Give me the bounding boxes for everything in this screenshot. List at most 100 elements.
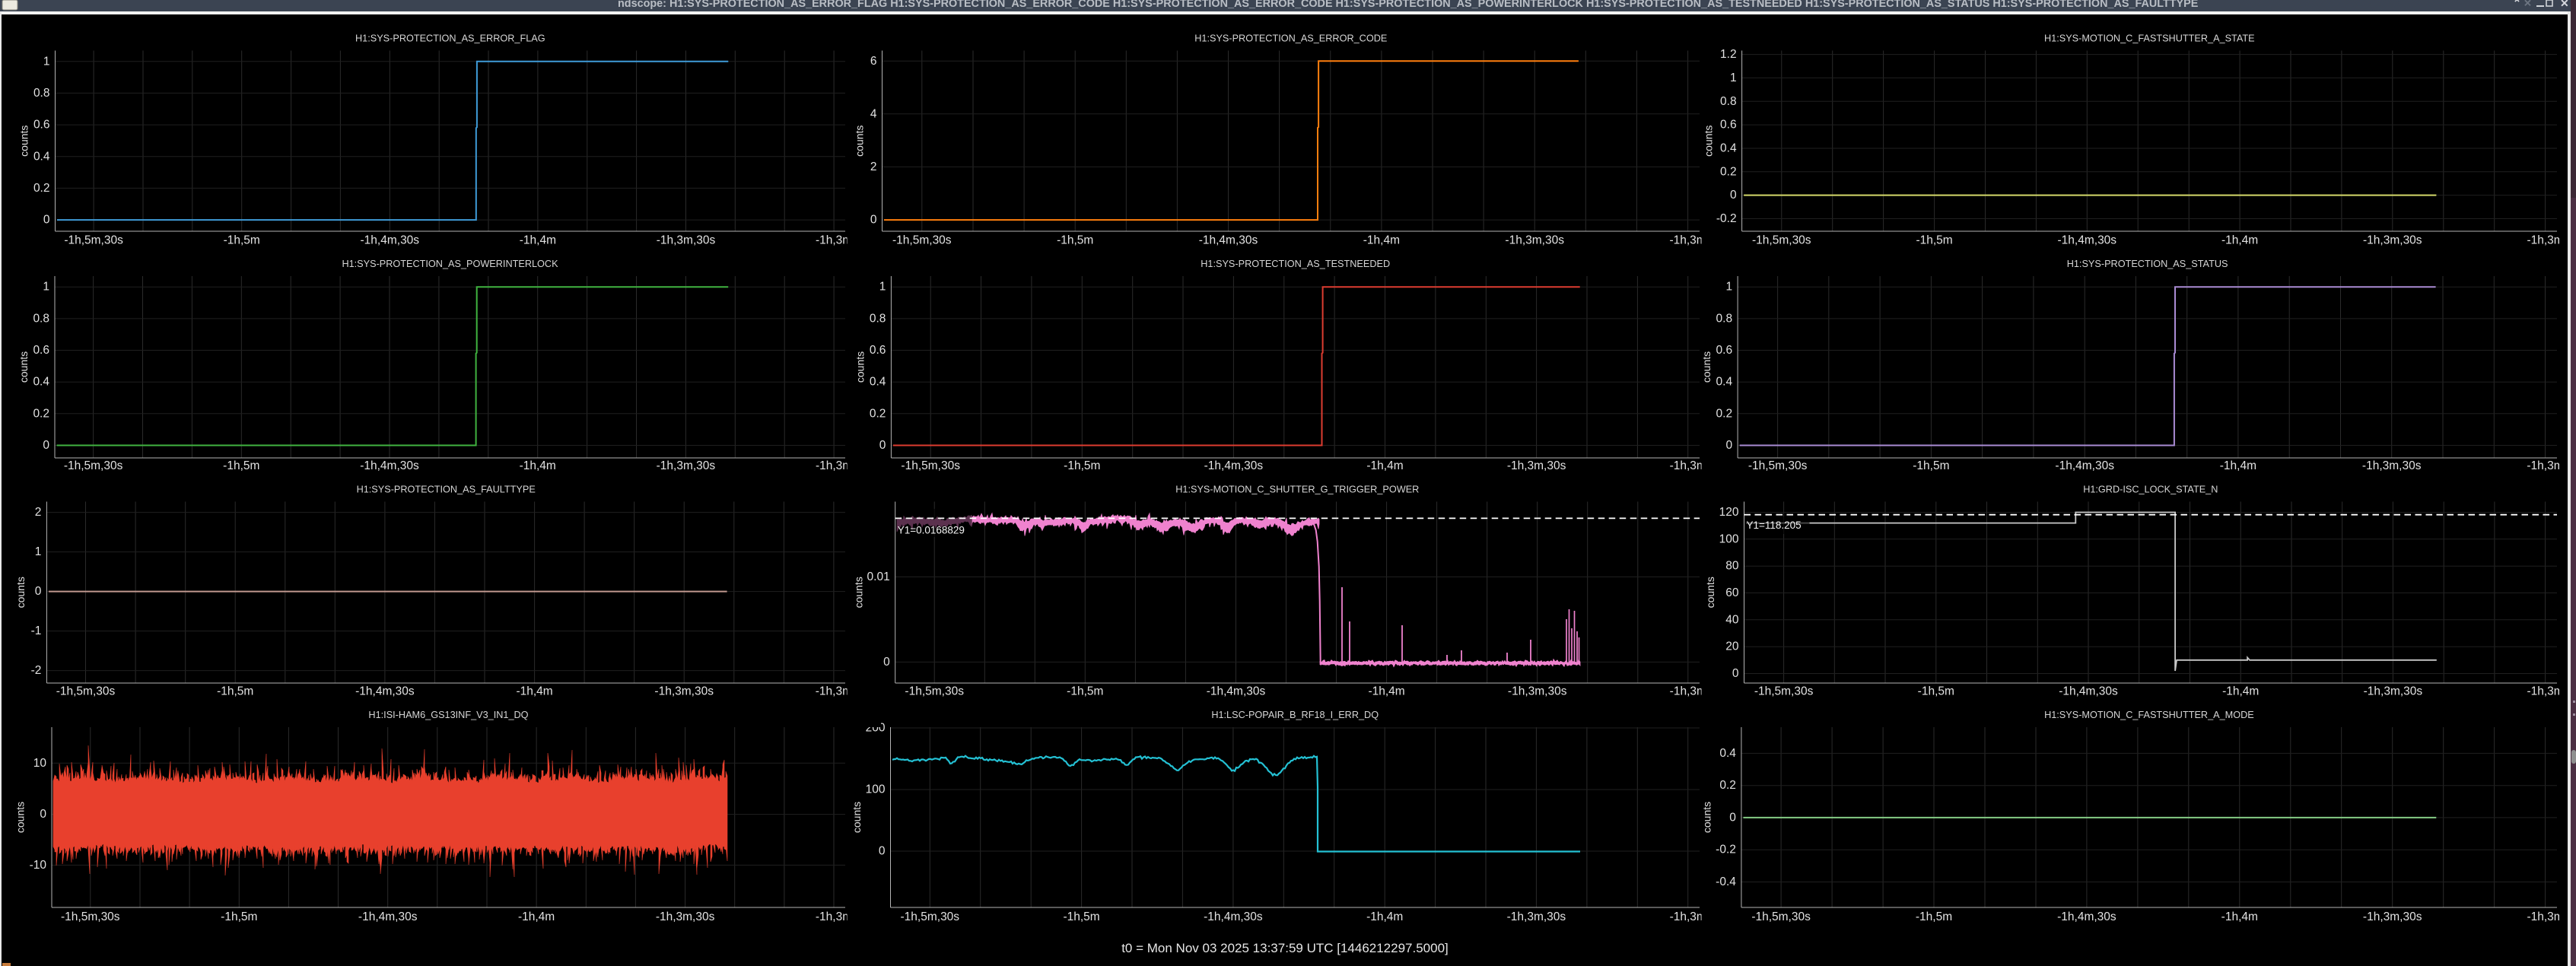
- svg-text:-1h,3m: -1h,3m: [816, 459, 852, 472]
- svg-text:0.4: 0.4: [1719, 747, 1736, 760]
- svg-text:-1h,5m: -1h,5m: [1916, 234, 1952, 247]
- svg-text:80: 80: [1725, 560, 1739, 573]
- svg-text:H1:SYS-MOTION_C_FASTSHUTTER_A_: H1:SYS-MOTION_C_FASTSHUTTER_A_MODE: [2044, 710, 2254, 720]
- svg-text:0: 0: [879, 439, 886, 452]
- svg-text:-1h,4m,30s: -1h,4m,30s: [358, 910, 418, 923]
- svg-text:0: 0: [879, 845, 886, 858]
- svg-text:-1h,3m,30s: -1h,3m,30s: [1505, 234, 1564, 247]
- svg-text:0.2: 0.2: [1719, 779, 1736, 792]
- svg-text:H1:ISI-HAM6_GS13INF_V3_IN1_DQ: H1:ISI-HAM6_GS13INF_V3_IN1_DQ: [368, 710, 528, 720]
- svg-text:-1h,3m,30s: -1h,3m,30s: [2364, 685, 2423, 698]
- svg-text:0.4: 0.4: [33, 150, 50, 163]
- svg-text:-1h,5m,30s: -1h,5m,30s: [1752, 234, 1811, 247]
- svg-text:0.2: 0.2: [1720, 165, 1737, 178]
- svg-text:-1h,5m,30s: -1h,5m,30s: [1754, 685, 1814, 698]
- svg-text:0.01: 0.01: [867, 570, 890, 583]
- svg-text:-1h,5m,30s: -1h,5m,30s: [905, 685, 964, 698]
- svg-text:4: 4: [870, 107, 877, 120]
- svg-text:0: 0: [40, 808, 46, 821]
- svg-text:-1h,5m: -1h,5m: [217, 685, 253, 698]
- svg-text:-1h,5m,30s: -1h,5m,30s: [64, 234, 123, 247]
- svg-text:ndscope: H1:SYS-PROTECTION_AS_: ndscope: H1:SYS-PROTECTION_AS_ERROR_FLAG…: [618, 0, 2199, 10]
- svg-text:0: 0: [1732, 667, 1739, 680]
- svg-text:Y1=0.0168829: Y1=0.0168829: [898, 525, 965, 536]
- svg-text:-0.2: -0.2: [1716, 212, 1737, 225]
- svg-text:-1h,4m,30s: -1h,4m,30s: [2059, 685, 2118, 698]
- svg-text:0: 0: [1725, 439, 1732, 452]
- svg-text:-1h,3m,30s: -1h,3m,30s: [656, 910, 715, 923]
- svg-text:-1h,4m: -1h,4m: [2221, 910, 2258, 923]
- svg-text:counts: counts: [14, 802, 26, 833]
- svg-text:2: 2: [870, 160, 877, 173]
- svg-text:-1h,5m: -1h,5m: [221, 910, 257, 923]
- svg-text:-1h,4m,30s: -1h,4m,30s: [1204, 910, 1263, 923]
- svg-text:0.6: 0.6: [1716, 344, 1733, 357]
- svg-text:1: 1: [43, 55, 50, 68]
- svg-text:-1h,4m: -1h,4m: [1366, 910, 1403, 923]
- svg-text:-1h,4m: -1h,4m: [2220, 459, 2256, 472]
- svg-text:-1h,4m,30s: -1h,4m,30s: [361, 234, 420, 247]
- svg-text:0.6: 0.6: [870, 344, 886, 357]
- svg-text:60: 60: [1725, 586, 1739, 599]
- svg-text:-1h,3m,30s: -1h,3m,30s: [2362, 459, 2422, 472]
- svg-text:-1h,4m: -1h,4m: [2221, 234, 2258, 247]
- svg-text:-1h,3m: -1h,3m: [1670, 910, 1706, 923]
- svg-text:0.8: 0.8: [1720, 95, 1737, 108]
- svg-text:-1h,5m: -1h,5m: [1918, 685, 1954, 698]
- svg-text:-1h,3m,30s: -1h,3m,30s: [1507, 459, 1566, 472]
- svg-text:H1:LSC-POPAIR_B_RF18_I_ERR_DQ: H1:LSC-POPAIR_B_RF18_I_ERR_DQ: [1211, 710, 1379, 720]
- svg-text:100: 100: [1719, 532, 1739, 545]
- svg-text:-1h,4m,30s: -1h,4m,30s: [2055, 459, 2114, 472]
- svg-text:0: 0: [883, 656, 890, 669]
- svg-text:counts: counts: [14, 577, 27, 608]
- svg-text:-1h,5m: -1h,5m: [1064, 459, 1100, 472]
- svg-text:6: 6: [870, 55, 877, 68]
- svg-text:-1h,4m: -1h,4m: [1366, 459, 1403, 472]
- svg-text:-1h,4m,30s: -1h,4m,30s: [2057, 910, 2116, 923]
- svg-text:-1h,5m: -1h,5m: [1063, 910, 1099, 923]
- svg-text:-1h,5m: -1h,5m: [1916, 910, 1952, 923]
- svg-text:-1h,4m,30s: -1h,4m,30s: [1199, 234, 1258, 247]
- svg-text:1: 1: [1730, 71, 1737, 84]
- svg-text:-1h,3m,30s: -1h,3m,30s: [1507, 910, 1566, 923]
- svg-text:-1h,4m: -1h,4m: [1363, 234, 1400, 247]
- svg-text:counts: counts: [1702, 126, 1714, 157]
- svg-text:0: 0: [43, 214, 50, 227]
- svg-text:0: 0: [1729, 811, 1736, 824]
- svg-text:0.8: 0.8: [1716, 312, 1733, 325]
- svg-text:-1h,3m: -1h,3m: [816, 234, 852, 247]
- svg-text:counts: counts: [853, 126, 865, 157]
- svg-text:0: 0: [43, 439, 49, 452]
- svg-text:-1h,3m: -1h,3m: [1670, 459, 1706, 472]
- svg-text:-10: -10: [30, 859, 47, 872]
- svg-text:counts: counts: [18, 126, 30, 157]
- svg-text:-2: -2: [31, 664, 42, 677]
- svg-text:100: 100: [866, 783, 886, 796]
- svg-text:-1h,4m: -1h,4m: [518, 910, 555, 923]
- svg-text:0.2: 0.2: [33, 182, 50, 195]
- svg-text:-1h,5m: -1h,5m: [1057, 234, 1093, 247]
- svg-text:H1:SYS-PROTECTION_AS_TESTNEEDE: H1:SYS-PROTECTION_AS_TESTNEEDED: [1201, 259, 1390, 269]
- svg-text:-1h,4m,30s: -1h,4m,30s: [1204, 459, 1264, 472]
- svg-text:H1:GRD-ISC_LOCK_STATE_N: H1:GRD-ISC_LOCK_STATE_N: [2083, 485, 2218, 495]
- svg-text:-1h,4m: -1h,4m: [1368, 685, 1404, 698]
- svg-text:0.2: 0.2: [33, 407, 49, 420]
- svg-text:10: 10: [33, 757, 47, 770]
- svg-text:-1h,3m,30s: -1h,3m,30s: [1508, 685, 1567, 698]
- svg-text:✕: ✕: [2524, 0, 2532, 9]
- svg-text:-1h,4m,30s: -1h,4m,30s: [1207, 685, 1266, 698]
- svg-text:⌃: ⌃: [2513, 0, 2521, 9]
- svg-text:1: 1: [879, 281, 886, 294]
- svg-text:counts: counts: [853, 577, 865, 608]
- svg-text:-1h,3m: -1h,3m: [816, 910, 852, 923]
- svg-text:t0 = Mon Nov 03 2025 13:37:59: t0 = Mon Nov 03 2025 13:37:59 UTC [14462…: [1121, 941, 1449, 955]
- svg-text:1: 1: [1725, 281, 1732, 294]
- svg-text:0.6: 0.6: [33, 344, 49, 357]
- svg-text:-1h,4m: -1h,4m: [520, 459, 556, 472]
- svg-text:0.8: 0.8: [33, 312, 49, 325]
- svg-text:-1h,5m,30s: -1h,5m,30s: [892, 234, 952, 247]
- svg-text:-1h,3m: -1h,3m: [1669, 234, 1706, 247]
- svg-text:20: 20: [1725, 640, 1739, 653]
- svg-text:✕: ✕: [2560, 0, 2569, 9]
- svg-text:0.6: 0.6: [33, 119, 50, 132]
